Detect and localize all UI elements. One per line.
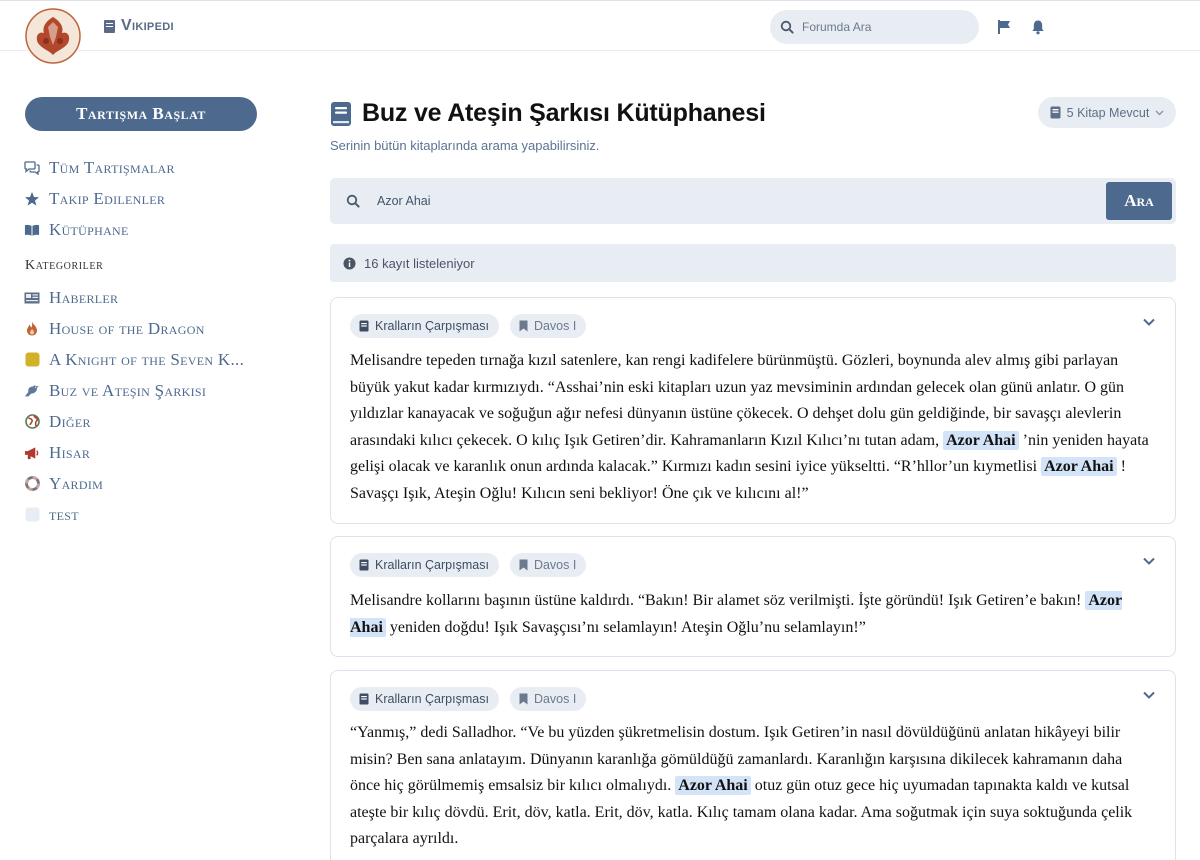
wiki-link-label: Vikipedi	[121, 17, 174, 34]
book-chip[interactable]: Kralların Çarpışması	[350, 687, 499, 711]
available-books-label: 5 Kitap Mevcut	[1066, 105, 1150, 120]
page-title: Buz ve Ateşin Şarkısı Kütüphanesi	[330, 99, 766, 128]
category-item-test[interactable]: test	[24, 499, 284, 530]
raven-icon	[24, 383, 40, 399]
book-chip[interactable]: Kralların Çarpışması	[350, 553, 499, 577]
bookmark-icon	[519, 320, 528, 332]
sidebar-item-followed[interactable]: Takip Edilenler	[24, 183, 284, 214]
chapter-chip-label: Davos I	[533, 558, 577, 572]
flame-icon	[24, 321, 40, 337]
category-label: test	[49, 504, 79, 524]
start-discussion-button[interactable]: Tartışma Başlat	[25, 97, 257, 131]
forum-search-box[interactable]	[770, 10, 979, 44]
star-icon	[24, 191, 40, 207]
newspaper-icon	[24, 290, 40, 306]
wiki-link[interactable]: Vikipedi	[104, 17, 174, 35]
book-icon	[359, 693, 369, 705]
square-icon	[24, 352, 40, 368]
category-item-hisar[interactable]: Hisar	[24, 437, 284, 468]
result-excerpt: “Yanmış,” dedi Salladhor. “Ve bu yüzden …	[350, 724, 1133, 847]
chevron-down-icon[interactable]	[1141, 687, 1157, 703]
category-label: Diğer	[49, 411, 91, 431]
bookmark-icon	[519, 693, 528, 705]
chevron-down-icon	[1155, 110, 1164, 115]
chapter-chip-label: Davos I	[533, 319, 577, 333]
library-search-box	[330, 178, 1176, 224]
book-icon	[1050, 106, 1061, 119]
sidebar-nav: Tüm Tartışmalar Takip Edilenler Kütüphan…	[24, 152, 284, 245]
lifering-icon	[24, 476, 40, 492]
category-item-a-knight-of-the-seven-kingdoms[interactable]: A Knight of the Seven K...	[24, 344, 284, 375]
blank-square-icon	[24, 507, 40, 523]
flag-icon[interactable]	[996, 19, 1012, 35]
category-item-house-of-the-dragon[interactable]: House of the Dragon	[24, 313, 284, 344]
sidebar-item-library[interactable]: Kütüphane	[24, 214, 284, 245]
book-icon	[104, 19, 115, 33]
available-books-dropdown[interactable]: 5 Kitap Mevcut	[1038, 97, 1176, 128]
sidebar-item-label: Tüm Tartışmalar	[49, 157, 175, 177]
categories-heading: Kategoriler	[25, 258, 104, 273]
results-info-bar: 16 kayıt listeleniyor	[330, 244, 1176, 282]
book-chip-label: Kralların Çarpışması	[375, 692, 489, 706]
page-subtitle: Serinin bütün kitaplarında arama yapabil…	[330, 138, 600, 153]
category-label: Yardım	[49, 473, 104, 493]
library-search-input[interactable]	[377, 190, 1077, 212]
sidebar-item-label: Kütüphane	[49, 219, 129, 239]
book-icon	[359, 320, 369, 332]
category-label: A Knight of the Seven K...	[49, 349, 245, 369]
search-submit-button[interactable]: Ara	[1106, 182, 1172, 220]
dragon-logo[interactable]	[24, 7, 82, 65]
bell-icon[interactable]	[1030, 19, 1046, 35]
result-card: Kralların Çarpışması Davos I “Yanmış,” d…	[330, 670, 1176, 860]
category-label: Buz ve Ateşin Şarkısı	[49, 380, 207, 400]
comments-icon	[24, 160, 40, 176]
sidebar-item-all-discussions[interactable]: Tüm Tartışmalar	[24, 152, 284, 183]
sidebar-item-label: Takip Edilenler	[49, 188, 166, 208]
category-label: Haberler	[49, 287, 119, 307]
result-card: Kralların Çarpışması Davos I Melisandre …	[330, 536, 1176, 657]
search-icon	[780, 20, 794, 34]
bookmark-icon	[519, 559, 528, 571]
bullhorn-icon	[24, 445, 40, 461]
search-icon	[346, 194, 360, 208]
category-item-diger[interactable]: Diğer	[24, 406, 284, 437]
forum-search-input[interactable]	[802, 20, 962, 34]
category-list: Haberler House of the Dragon A Knight of…	[24, 282, 284, 530]
search-highlight: Azor Ahai	[675, 776, 751, 795]
category-label: Hisar	[49, 442, 91, 462]
category-item-buz-ve-atesin-sarkisi[interactable]: Buz ve Ateşin Şarkısı	[24, 375, 284, 406]
chapter-chip[interactable]: Davos I	[509, 314, 587, 338]
globe-icon	[24, 414, 40, 430]
book-chip[interactable]: Kralların Çarpışması	[350, 314, 499, 338]
result-card: Kralların Çarpışması Davos I Melisandre …	[330, 297, 1176, 524]
book-open-icon	[24, 222, 40, 238]
top-bar: Vikipedi	[0, 0, 1200, 65]
search-highlight: Azor Ahai	[943, 430, 1019, 450]
book-icon	[331, 101, 351, 126]
chapter-chip[interactable]: Davos I	[509, 687, 587, 711]
chapter-chip-label: Davos I	[533, 692, 577, 706]
search-highlight: Azor Ahai	[1041, 457, 1117, 476]
category-item-yardim[interactable]: Yardım	[24, 468, 284, 499]
chapter-chip[interactable]: Davos I	[509, 553, 587, 577]
info-icon	[343, 257, 356, 269]
category-item-haberler[interactable]: Haberler	[24, 282, 284, 313]
result-excerpt: Melisandre kollarını başının üstüne kald…	[350, 591, 1123, 637]
results-info-text: 16 kayıt listeleniyor	[364, 255, 475, 271]
chevron-down-icon[interactable]	[1141, 314, 1157, 330]
result-excerpt: Melisandre tepeden tırnağa kızıl satenle…	[350, 352, 1149, 502]
book-chip-label: Kralların Çarpışması	[375, 558, 489, 572]
book-chip-label: Kralların Çarpışması	[375, 319, 489, 333]
category-label: House of the Dragon	[49, 318, 205, 338]
book-icon	[359, 559, 369, 571]
page-title-text: Buz ve Ateşin Şarkısı Kütüphanesi	[362, 99, 766, 127]
chevron-down-icon[interactable]	[1141, 553, 1157, 569]
